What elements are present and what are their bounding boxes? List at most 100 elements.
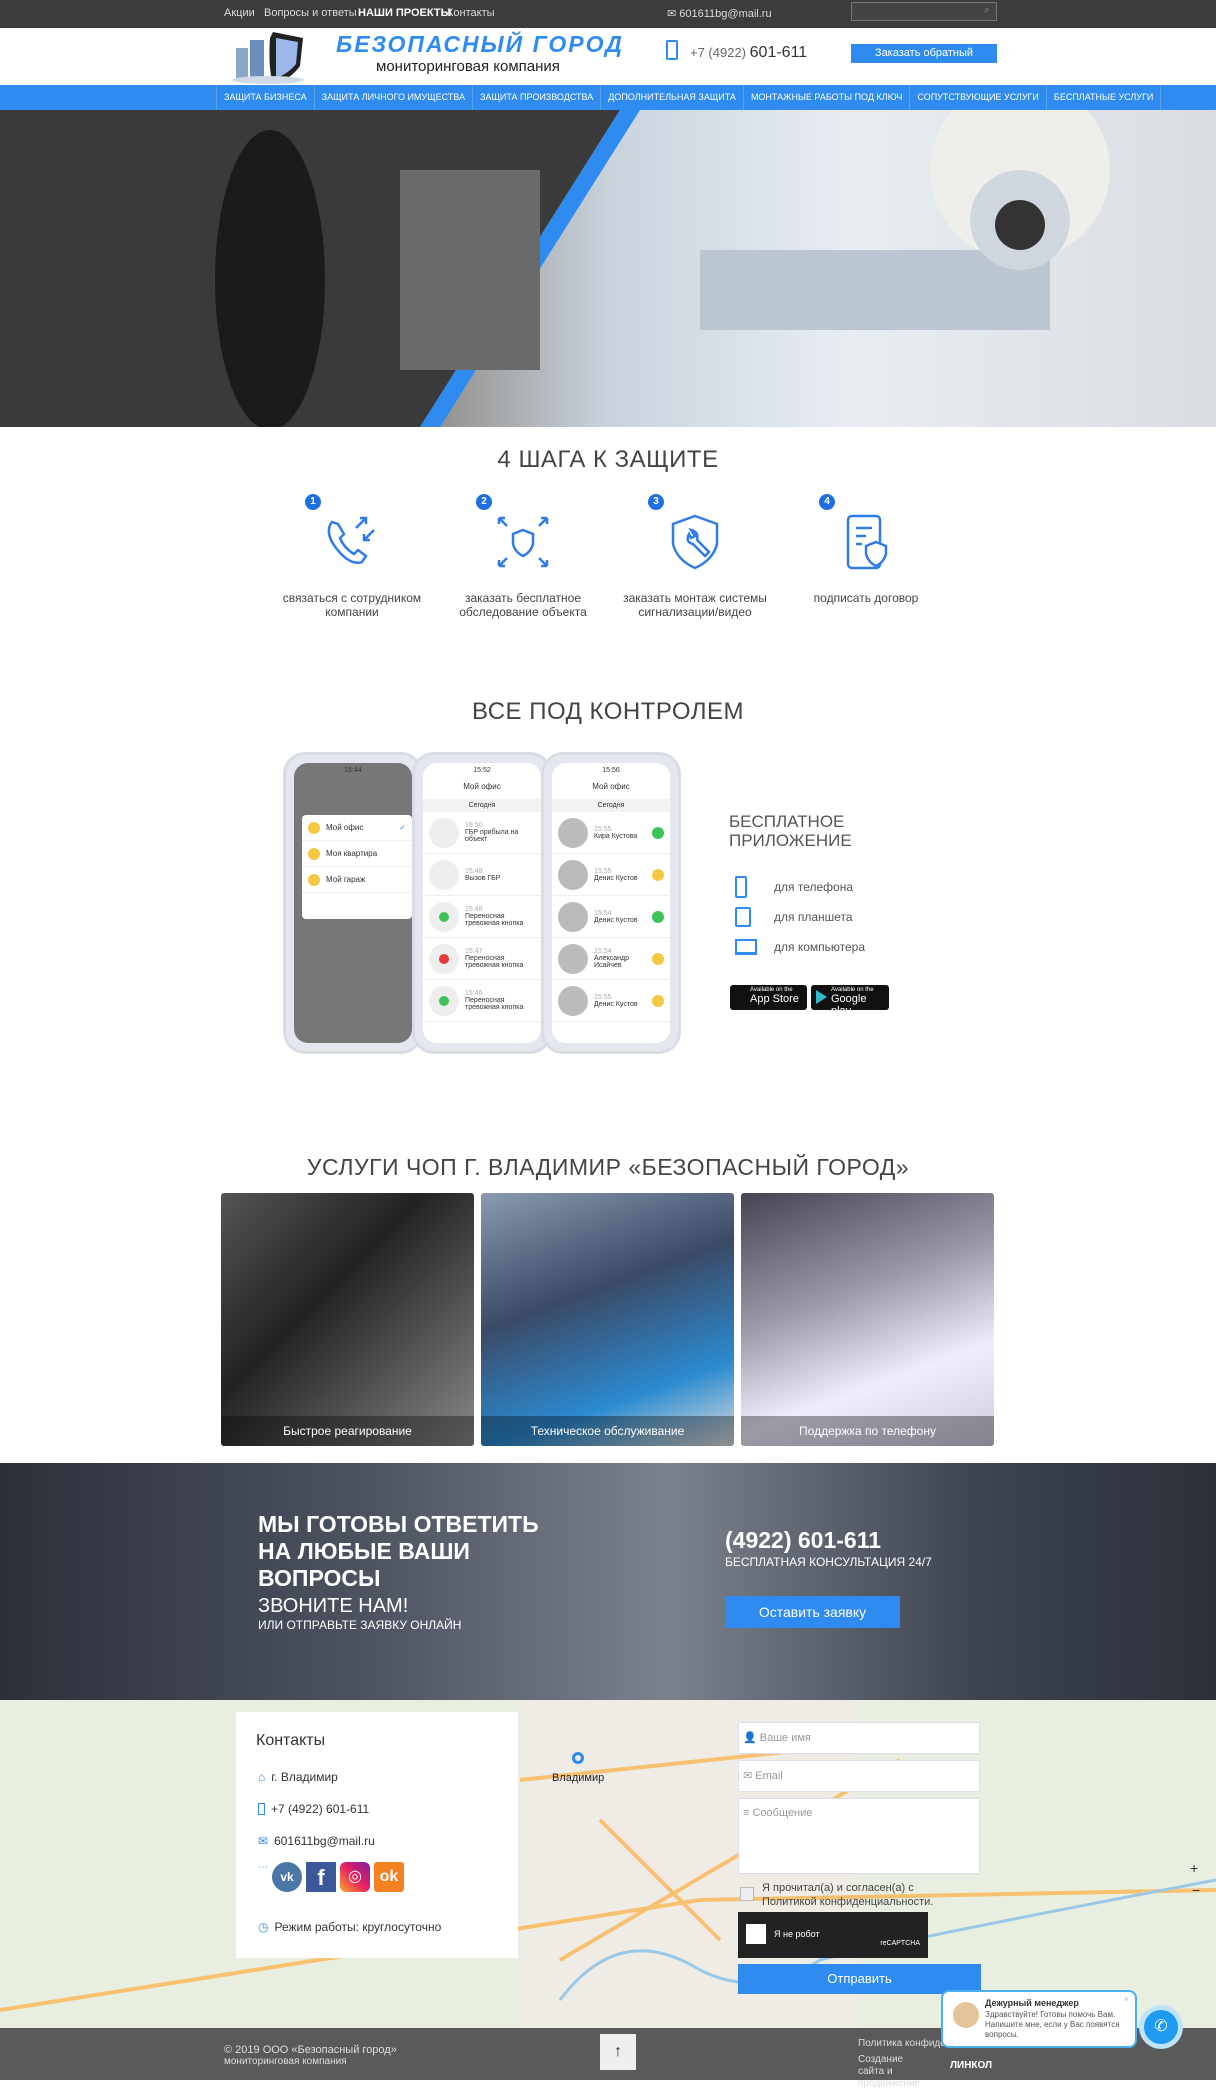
- cta-banner: МЫ ГОТОВЫ ОТВЕТИТЬ НА ЛЮБЫЕ ВАШИ ВОПРОСЫ З…: [0, 1463, 1216, 1700]
- avatar: [558, 817, 588, 848]
- close-icon[interactable]: ×: [1124, 1994, 1129, 2004]
- submit-button[interactable]: Отправить: [738, 1964, 981, 1994]
- nav-additional[interactable]: ДОПОЛНИТЕЛЬНАЯ ЗАЩИТА: [600, 85, 743, 110]
- services-title: УСЛУГИ ЧОП Г. ВЛАДИМИР «БЕЗОПАСНЫЙ ГОРОД…: [306, 1154, 910, 1180]
- app-title: ВСЕ ПОД КОНТРОЛЕМ: [471, 698, 745, 725]
- event-row: 15:54 Александр Исайчев: [552, 938, 670, 980]
- email-input[interactable]: ✉ Email: [738, 1760, 980, 1792]
- shield-scan-icon: [497, 516, 549, 568]
- search-input[interactable]: ⌕: [851, 2, 997, 21]
- privacy-link[interactable]: Политика конфиденциальности: [858, 2038, 948, 2049]
- google-play-button[interactable]: Available on the Google play: [811, 985, 889, 1017]
- event-icon: [429, 985, 459, 1016]
- event-row: 15:54 Денис Кустов: [552, 896, 670, 938]
- app-subtitle: БЕСПЛАТНОЕ ПРИЛОЖЕНИЕ: [729, 812, 852, 850]
- callback-button[interactable]: Заказать обратный: [851, 44, 997, 63]
- scroll-top-button[interactable]: ↑: [600, 2034, 636, 2070]
- zoom-out-button[interactable]: −: [1192, 1882, 1200, 1898]
- step-2: 2 заказать бесплатное обследование объек…: [459, 494, 587, 619]
- social-links: ⋯ vk f ◎ ok: [258, 1862, 404, 1892]
- event-row: 15:46 Переносная тревожная кнопка: [423, 980, 541, 1022]
- chat-widget[interactable]: Дежурный менеджер Здравствуйте! Готовы п…: [941, 1990, 1137, 2048]
- phone-call-icon: [327, 516, 375, 564]
- nav-free[interactable]: БЕСПЛАТНЫЕ УСЛУГИ: [1045, 85, 1162, 110]
- service-card-response[interactable]: Быстрое реагирование: [221, 1193, 474, 1446]
- map-marker-icon[interactable]: [572, 1752, 584, 1764]
- cta-phone[interactable]: (4922) 601-611: [725, 1527, 881, 1554]
- lock-icon: [652, 826, 664, 839]
- top-email[interactable]: ✉ 601611bg@mail.ru: [667, 7, 772, 20]
- odnoklassniki-icon[interactable]: ok: [374, 1862, 404, 1892]
- nav-installation[interactable]: МОНТАЖНЫЕ РАБОТЫ ПОД КЛЮЧ: [742, 85, 909, 110]
- shield-wrench-icon: [671, 514, 719, 570]
- event-row: 15:55 Денис Кустов: [552, 980, 670, 1022]
- event-row: 15:48 Переносная тревожная кнопка: [423, 896, 541, 938]
- name-input[interactable]: 👤 Ваше имя: [738, 1722, 980, 1754]
- facebook-icon[interactable]: f: [306, 1862, 336, 1892]
- phone-mockup-3: 15:56 Мой офис Сегодня 15:55 Кира Кустова…: [541, 752, 681, 1054]
- lines-icon: ≡: [743, 1807, 750, 1819]
- logo-shield-icon: [232, 32, 304, 84]
- lock-icon: [652, 868, 664, 881]
- nav-production[interactable]: ЗАЩИТА ПРОИЗВОДСТВА: [472, 85, 600, 110]
- logo[interactable]: БЕЗОПАСНЫЙ ГОРОД мониторинговая компания: [228, 28, 628, 85]
- map[interactable]: Владимир + −: [0, 1700, 1216, 2028]
- header-phone[interactable]: +7 (4922) 601-611: [690, 44, 807, 62]
- platform-list: для телефона для планшета для компьютера: [735, 872, 865, 962]
- tablet-icon: [735, 907, 751, 927]
- sitemap-icon: ⋯: [258, 1862, 268, 1873]
- top-bar: Акции Вопросы и ответы НАШИ ПРОЕКТЫ Конт…: [0, 0, 1216, 28]
- message-textarea[interactable]: ≡ Сообщение: [738, 1798, 980, 1874]
- contacts-card: Контакты ⌂ г. Владимир +7 (4922) 601-611 …: [236, 1712, 518, 1958]
- phone-mockup-1: 15:44 Мой офис ✓ Моя квартира Мой гараж: [283, 752, 423, 1054]
- document-shield-icon: [846, 514, 888, 570]
- nav-personal[interactable]: ЗАЩИТА ЛИЧНОГО ИМУЩЕСТВА: [313, 85, 472, 110]
- event-row: 15:50 ГБР прибыла на объект: [423, 812, 541, 854]
- header: БЕЗОПАСНЫЙ ГОРОД мониторинговая компания…: [0, 28, 1216, 85]
- smartphone-icon: [735, 876, 747, 898]
- link-faq[interactable]: Вопросы и ответы: [264, 7, 357, 19]
- creator-logo[interactable]: ЛИНКОЛ: [950, 2060, 992, 2071]
- event-icon: [429, 817, 459, 848]
- phone-mockup-2: 15:52 Мой офис Сегодня 15:50 ГБР прибыла …: [412, 752, 552, 1054]
- zoom-in-button[interactable]: +: [1190, 1860, 1198, 1876]
- step-3: 3 заказать монтаж системы сигнализации/в…: [623, 494, 767, 619]
- play-icon: [816, 990, 827, 1004]
- event-row: 15:55 Денис Кустов: [552, 854, 670, 896]
- step-4: 4 подписать договор: [813, 494, 919, 605]
- service-card-phone-support[interactable]: Поддержка по телефону: [741, 1193, 994, 1446]
- service-card-maintenance[interactable]: Техническое обслуживание: [481, 1193, 734, 1446]
- envelope-icon: ✉: [743, 1770, 753, 1782]
- captcha-checkbox[interactable]: [746, 1924, 766, 1944]
- vk-icon[interactable]: vk: [272, 1862, 302, 1892]
- main-nav: ЗАЩИТА БИЗНЕСА ЗАЩИТА ЛИЧНОГО ИМУЩЕСТВА …: [0, 85, 1216, 110]
- event-row: 15:48 Вызов ГБР: [423, 854, 541, 896]
- event-row: 15:55 Кира Кустова: [552, 812, 670, 854]
- user-icon: 👤: [743, 1732, 757, 1744]
- link-contacts[interactable]: Контакты: [447, 7, 495, 19]
- phone-icon: [258, 1803, 265, 1815]
- logo-title: БЕЗОПАСНЫЙ ГОРОД: [336, 31, 624, 57]
- phone-icon: ✆: [1154, 2018, 1168, 2035]
- nav-business[interactable]: ЗАЩИТА БИЗНЕСА: [216, 85, 314, 110]
- recaptcha: Я не робот reCAPTCHA: [738, 1912, 928, 1958]
- hero-image: [0, 110, 1110, 427]
- link-promo[interactable]: Акции: [224, 7, 255, 19]
- phone-icon: [666, 40, 678, 60]
- event-icon: [429, 859, 459, 890]
- leave-request-button[interactable]: Оставить заявку: [725, 1596, 900, 1628]
- link-projects[interactable]: НАШИ ПРОЕКТЫ: [358, 7, 451, 19]
- event-icon: [429, 901, 459, 932]
- nav-related[interactable]: СОПУТСТВУЮЩИЕ УСЛУГИ: [909, 85, 1046, 110]
- clock-icon: ◷: [258, 1920, 269, 1934]
- lock-icon: [652, 994, 664, 1007]
- call-widget-button[interactable]: ✆: [1144, 2010, 1178, 2044]
- agree-checkbox[interactable]: [740, 1887, 754, 1901]
- avatar: [558, 985, 588, 1016]
- step-1: 1 связаться с сотрудником компании: [282, 494, 422, 619]
- app-store-button[interactable]: Available on the App Store: [730, 985, 807, 1010]
- manager-avatar: [953, 2002, 979, 2028]
- search-icon[interactable]: ⌕: [984, 4, 990, 17]
- instagram-icon[interactable]: ◎: [340, 1862, 370, 1892]
- laptop-icon: [735, 939, 757, 955]
